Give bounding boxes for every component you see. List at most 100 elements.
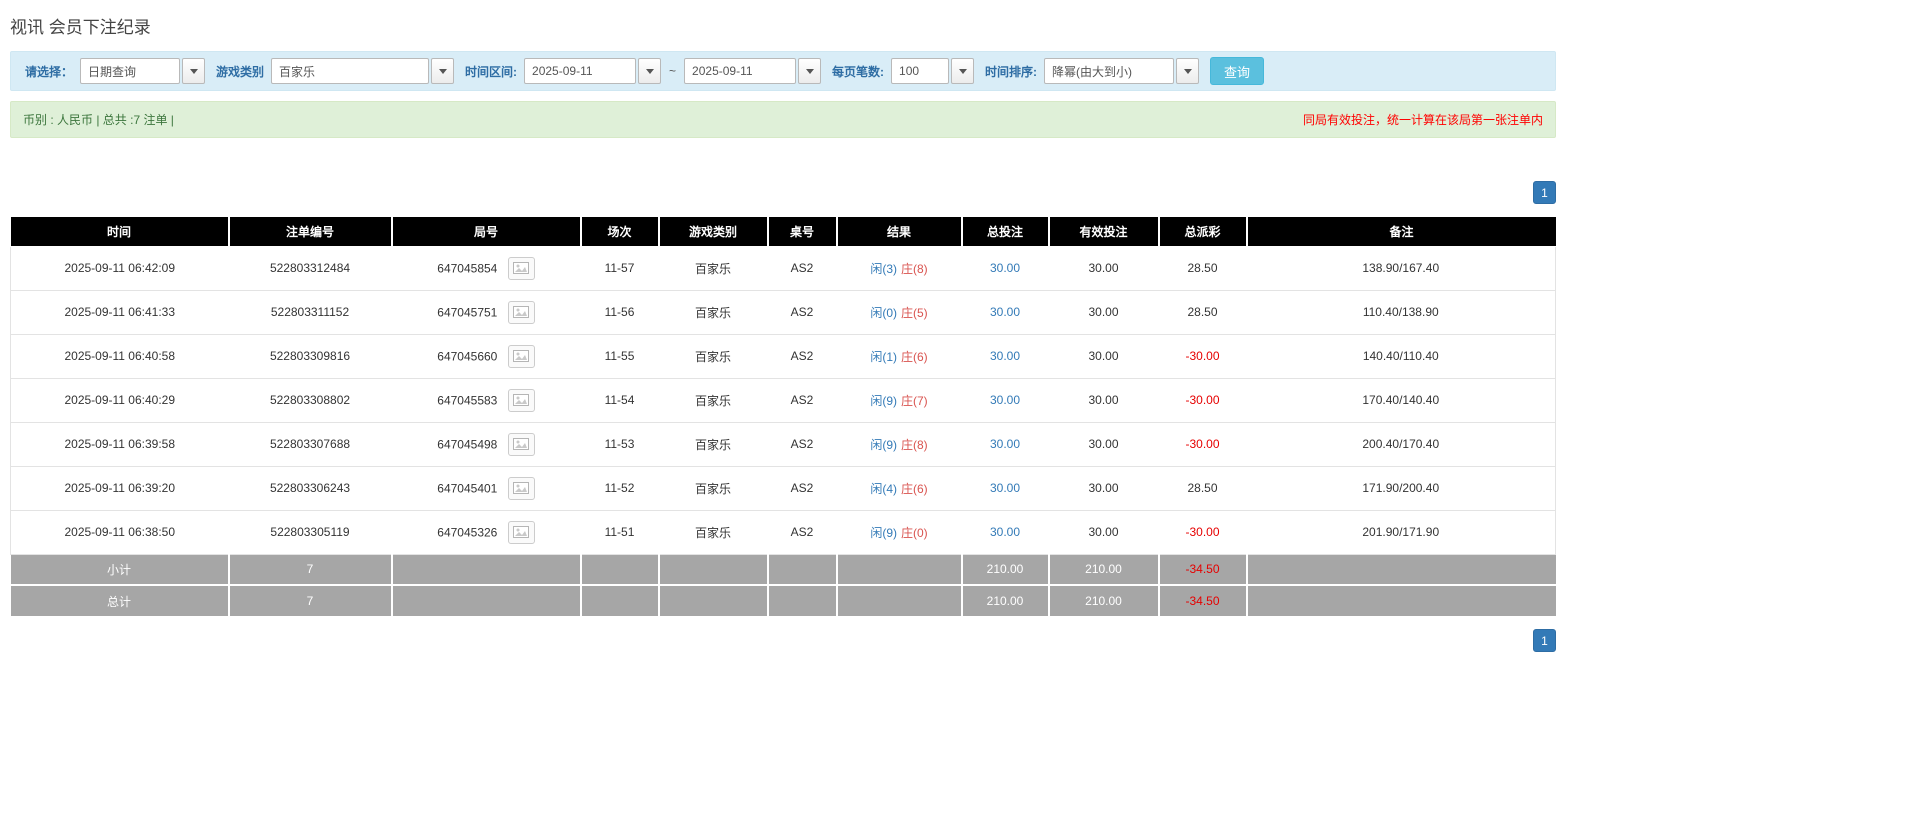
cell-valid-bet: 30.00 <box>1048 246 1159 291</box>
cell-bet-id: 522803306243 <box>228 466 392 511</box>
date-to-dropdown-button[interactable] <box>798 58 822 84</box>
total-bet-link[interactable]: 30.00 <box>990 349 1020 363</box>
table-row: 2025-09-11 06:41:33 522803311152 6470457… <box>10 290 1556 335</box>
cell-valid-bet: 30.00 <box>1048 510 1159 555</box>
cell-session: 11-57 <box>580 246 659 291</box>
total-bet-link[interactable]: 30.00 <box>990 481 1020 495</box>
query-type-combo <box>80 58 206 84</box>
cell-payout: -30.00 <box>1158 422 1247 467</box>
result-player: 闲(4) <box>870 481 897 496</box>
cell-payout: -30.00 <box>1158 334 1247 379</box>
total-payout: -34.50 <box>1158 585 1248 616</box>
result-banker: 庄(6) <box>901 481 928 496</box>
total-bet-link[interactable]: 30.00 <box>990 393 1020 407</box>
game-type-label: 游戏类别 <box>216 64 265 79</box>
subtotal-total-bet: 210.00 <box>961 554 1050 586</box>
sort-input[interactable] <box>1044 58 1175 84</box>
cell-result: 闲(0) 庄(5) <box>836 290 962 335</box>
query-type-dropdown-button[interactable] <box>182 58 206 84</box>
col-header-bet-id: 注单编号 <box>228 217 393 247</box>
col-header-session: 场次 <box>580 217 660 247</box>
cell-valid-bet: 30.00 <box>1048 422 1159 467</box>
date-to-input[interactable] <box>684 58 797 84</box>
round-number: 647045660 <box>437 349 498 363</box>
round-number: 647045326 <box>437 525 498 539</box>
pagination-bottom: 1 <box>10 629 1556 652</box>
sort-dropdown-button[interactable] <box>1176 58 1200 84</box>
round-replay-icon-button[interactable] <box>507 256 535 280</box>
date-from-dropdown-button[interactable] <box>638 58 662 84</box>
cell-total-bet: 30.00 <box>961 378 1049 423</box>
cell-payout: 28.50 <box>1158 246 1247 291</box>
cell-session: 11-52 <box>580 466 659 511</box>
game-type-combo <box>271 58 455 84</box>
cell-session: 11-54 <box>580 378 659 423</box>
round-replay-icon-button[interactable] <box>507 344 535 368</box>
cell-table-no: AS2 <box>767 378 837 423</box>
result-player: 闲(9) <box>870 525 897 540</box>
page-size-dropdown-button[interactable] <box>951 58 975 84</box>
col-header-table-no: 桌号 <box>767 217 838 247</box>
image-icon <box>513 526 530 538</box>
cell-table-no: AS2 <box>767 334 837 379</box>
subtotal-payout: -34.50 <box>1158 554 1248 586</box>
page-size-input[interactable] <box>891 58 950 84</box>
cell-time: 2025-09-11 06:39:58 <box>10 422 229 467</box>
round-number: 647045401 <box>437 481 498 495</box>
cell-game-type: 百家乐 <box>658 510 768 555</box>
image-icon <box>513 438 530 450</box>
valid-bet-notice-text: 同局有效投注，统一计算在该局第一张注单内 <box>1302 113 1543 127</box>
game-type-input[interactable] <box>271 58 430 84</box>
round-replay-icon-button[interactable] <box>507 388 535 412</box>
cell-remark: 201.90/171.90 <box>1246 510 1556 555</box>
round-replay-icon-button[interactable] <box>507 520 535 544</box>
search-button[interactable]: 查询 <box>1210 57 1265 85</box>
result-player: 闲(3) <box>870 261 897 276</box>
cell-game-type: 百家乐 <box>658 422 768 467</box>
total-bet-link[interactable]: 30.00 <box>990 261 1020 275</box>
col-header-total-bet: 总投注 <box>961 217 1050 247</box>
image-icon <box>513 394 530 406</box>
total-bet-link[interactable]: 30.00 <box>990 525 1020 539</box>
cell-game-type: 百家乐 <box>658 290 768 335</box>
cell-round-no: 647045498 <box>391 422 581 467</box>
page-1-button[interactable]: 1 <box>1533 629 1556 652</box>
page-1-button[interactable]: 1 <box>1533 181 1556 204</box>
pagination-top: 1 <box>10 181 1556 204</box>
col-header-valid-bet: 有效投注 <box>1048 217 1160 247</box>
subtotal-row: 小计 7 210.00 210.00 -34.50 <box>10 554 1556 586</box>
cell-payout: -30.00 <box>1158 510 1247 555</box>
cell-round-no: 647045326 <box>391 510 581 555</box>
result-banker: 庄(8) <box>901 437 928 452</box>
round-replay-icon-button[interactable] <box>507 432 535 456</box>
sort-combo <box>1044 58 1200 84</box>
round-number: 647045583 <box>437 393 498 407</box>
cell-game-type: 百家乐 <box>658 466 768 511</box>
cell-total-bet: 30.00 <box>961 510 1049 555</box>
round-replay-icon-button[interactable] <box>507 476 535 500</box>
cell-total-bet: 30.00 <box>961 466 1049 511</box>
total-bet-link[interactable]: 30.00 <box>990 305 1020 319</box>
chevron-down-icon <box>438 68 447 74</box>
cell-result: 闲(9) 庄(8) <box>836 422 962 467</box>
date-from-input[interactable] <box>524 58 637 84</box>
filter-bar: 请选择： 游戏类别 时间区间: ~ 每页笔数: 时间排序: <box>10 51 1556 91</box>
round-replay-icon-button[interactable] <box>507 300 535 324</box>
query-type-input[interactable] <box>80 58 181 84</box>
betting-records-table: 时间 注单编号 局号 场次 游戏类别 桌号 结果 总投注 有效投注 总派彩 备注… <box>10 217 1556 616</box>
total-bet-link[interactable]: 30.00 <box>990 437 1020 451</box>
cell-time: 2025-09-11 06:40:58 <box>10 334 229 379</box>
cell-table-no: AS2 <box>767 246 837 291</box>
cell-session: 11-55 <box>580 334 659 379</box>
summary-bar: 币别 : 人民币 | 总共 :7 注单 | 同局有效投注，统一计算在该局第一张注… <box>10 101 1556 138</box>
cell-session: 11-56 <box>580 290 659 335</box>
game-type-dropdown-button[interactable] <box>431 58 455 84</box>
chevron-down-icon <box>645 68 654 74</box>
cell-remark: 138.90/167.40 <box>1246 246 1556 291</box>
cell-bet-id: 522803305119 <box>228 510 392 555</box>
cell-game-type: 百家乐 <box>658 378 768 423</box>
cell-bet-id: 522803312484 <box>228 246 392 291</box>
cell-session: 11-53 <box>580 422 659 467</box>
date-from-combo <box>524 58 662 84</box>
currency-summary-text: 币别 : 人民币 | 总共 :7 注单 | <box>23 113 174 127</box>
